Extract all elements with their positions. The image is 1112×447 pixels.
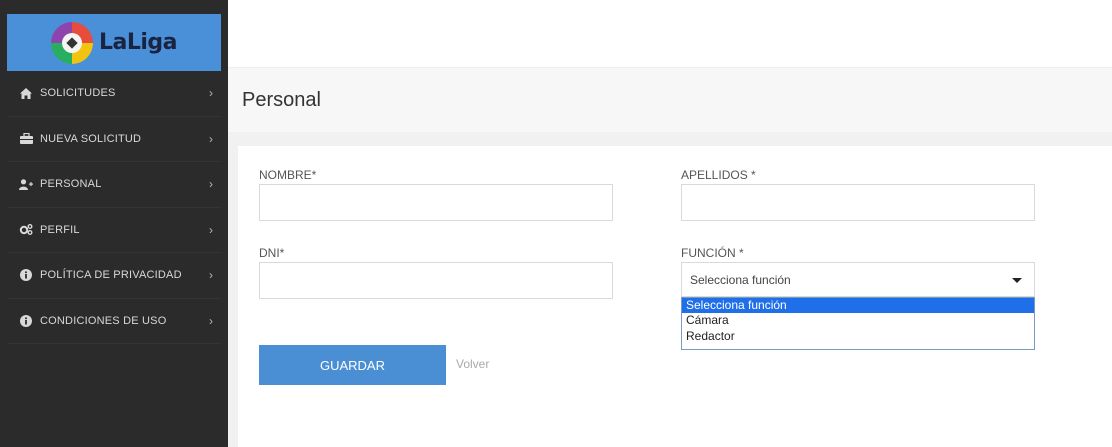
brand-name: LaLiga — [98, 30, 178, 55]
funcion-select[interactable]: Selecciona función — [681, 262, 1035, 297]
save-button[interactable]: GUARDAR — [259, 345, 446, 385]
sidebar-menu: SOLICITUDES › NUEVA SOLICITUD › PERSONAL… — [7, 71, 221, 344]
sidebar-item-condiciones-uso[interactable]: CONDICIONES DE USO › — [7, 299, 221, 344]
funcion-option[interactable]: Cámara — [682, 313, 1034, 328]
sidebar-item-solicitudes[interactable]: SOLICITUDES › — [7, 71, 221, 117]
funcion-label: FUNCIÓN * — [681, 246, 744, 260]
page-title: Personal — [242, 89, 321, 111]
funcion-option[interactable]: Redactor — [682, 329, 1034, 344]
home-icon — [18, 87, 34, 99]
nombre-label: NOMBRE* — [259, 168, 317, 182]
sidebar-item-label: SOLICITUDES — [40, 87, 116, 100]
chevron-right-icon: › — [209, 86, 213, 101]
back-link[interactable]: Volver — [456, 357, 489, 371]
nombre-input[interactable] — [259, 184, 613, 221]
dni-label: DNI* — [259, 246, 285, 260]
briefcase-icon — [18, 133, 34, 145]
funcion-selected-value: Selecciona función — [690, 272, 791, 287]
gears-icon — [18, 224, 34, 236]
chevron-right-icon: › — [209, 177, 213, 192]
dni-input[interactable] — [259, 262, 613, 299]
funcion-option[interactable]: Selecciona función — [682, 298, 1034, 314]
sidebar-item-nueva-solicitud[interactable]: NUEVA SOLICITUD › — [7, 117, 221, 162]
chevron-right-icon: › — [209, 313, 213, 328]
sidebar-item-label: NUEVA SOLICITUD — [40, 132, 142, 145]
sidebar-item-label: CONDICIONES DE USO — [40, 314, 167, 327]
sidebar-item-label: PERSONAL — [40, 178, 102, 191]
sidebar-item-politica-privacidad[interactable]: POLÍTICA DE PRIVACIDAD › — [7, 253, 221, 299]
chevron-right-icon: › — [209, 131, 213, 146]
caret-down-icon — [1012, 278, 1022, 283]
info-circle-icon — [18, 314, 34, 327]
sidebar: LaLiga SOLICITUDES › NUEVA SOLICITUD › P… — [0, 0, 228, 447]
apellidos-label: APELLIDOS * — [681, 168, 756, 182]
main-content: NOMBRE* APELLIDOS * DNI* FUNCIÓN * Selec… — [228, 132, 1112, 447]
apellidos-input[interactable] — [681, 184, 1035, 221]
brand-logo[interactable]: LaLiga — [7, 14, 221, 71]
user-add-icon — [18, 178, 34, 190]
laliga-ball-icon — [50, 21, 93, 64]
top-bar — [228, 0, 1112, 68]
funcion-dropdown: Selecciona función Cámara Redactor — [681, 297, 1035, 350]
info-circle-icon — [18, 269, 34, 282]
sidebar-item-label: PERFIL — [40, 223, 80, 236]
sidebar-item-perfil[interactable]: PERFIL › — [7, 208, 221, 253]
chevron-right-icon: › — [209, 222, 213, 237]
chevron-right-icon: › — [209, 268, 213, 283]
sidebar-item-personal[interactable]: PERSONAL › — [7, 162, 221, 208]
personal-form: NOMBRE* APELLIDOS * DNI* FUNCIÓN * Selec… — [238, 146, 1112, 447]
sidebar-item-label: POLÍTICA DE PRIVACIDAD — [40, 269, 182, 282]
page-header: Personal — [228, 68, 1112, 132]
